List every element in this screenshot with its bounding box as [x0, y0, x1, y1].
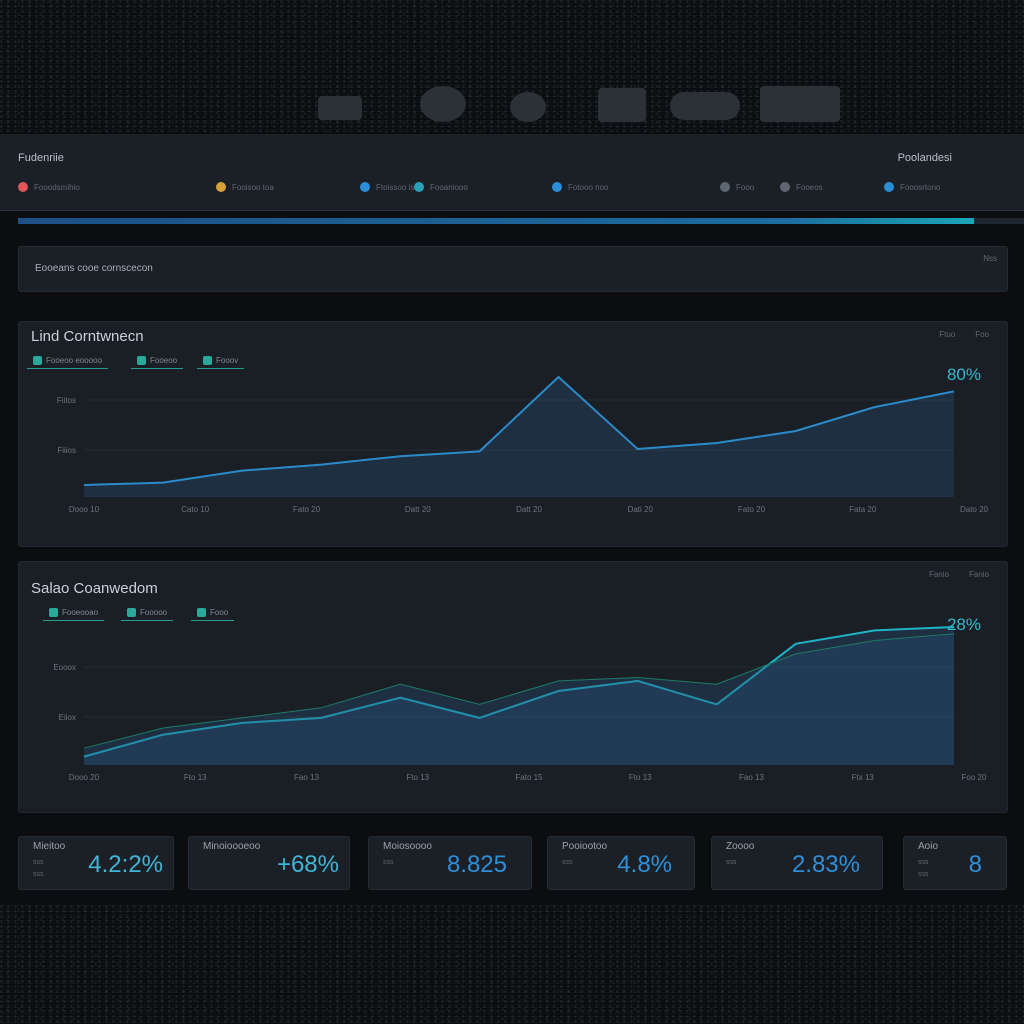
status-dot-icon: [552, 182, 562, 192]
nav-item-1[interactable]: Fooodsmihio: [18, 178, 80, 196]
nav-item-7[interactable]: Fooeos: [780, 178, 823, 196]
x-tick-label: Dati 20: [628, 505, 654, 514]
status-dot-icon: [414, 182, 424, 192]
status-dot-icon: [360, 182, 370, 192]
series-area: [84, 633, 954, 765]
x-tick-label: Datt 20: [516, 505, 542, 514]
nav-item-8[interactable]: Fooosrtono: [884, 178, 940, 196]
metric-value: 4.2:2%: [88, 851, 163, 878]
metric-label: Mieitoo: [33, 841, 66, 852]
logo-2: [420, 86, 466, 122]
x-tick-label: Dooo 10: [69, 505, 100, 514]
metric-card-3[interactable]: Moiosoooo sss 8.825: [368, 836, 532, 890]
nav-item-label: Fotooo noo: [568, 182, 609, 192]
metric-value: 4.8%: [617, 851, 672, 878]
x-tick-label: Fata 20: [849, 505, 877, 514]
y-tick-label: Eiiox: [59, 713, 76, 722]
x-tick-label: Foo 20: [962, 773, 987, 782]
x-tick-label: Datt 20: [405, 505, 431, 514]
x-tick-label: Fto 13: [184, 773, 207, 782]
breadcrumb-text[interactable]: Eooeans cooe cornscecon: [35, 263, 153, 274]
metric-sub: sss: [562, 859, 573, 866]
metric-label: Moiosoooo: [383, 841, 432, 852]
series-area: [84, 377, 954, 497]
status-dot-icon: [780, 182, 790, 192]
nav-item-label: Ftoissoo iso: [376, 182, 419, 192]
status-dot-icon: [18, 182, 28, 192]
x-tick-label: Dato 20: [960, 505, 989, 514]
metric-value: +68%: [276, 851, 339, 878]
x-tick-label: Fato 15: [515, 773, 543, 782]
metric-sub: sss: [918, 871, 929, 878]
x-tick-label: Fato 20: [293, 505, 321, 514]
metric-label: Pooiootoo: [562, 841, 608, 852]
nav-item-5[interactable]: Fotooo noo: [552, 178, 608, 196]
x-tick-label: Cato 10: [181, 505, 210, 514]
logo-6: [760, 86, 840, 122]
breadcrumb-action[interactable]: Nss: [983, 254, 997, 263]
x-tick-label: Ftx 13: [852, 773, 875, 782]
x-tick-label: Fto 13: [406, 773, 429, 782]
end-value-label: 28%: [947, 615, 981, 634]
logo-strip: [300, 82, 860, 130]
bottom-noise-band: [0, 905, 1024, 1024]
status-dot-icon: [216, 182, 226, 192]
x-tick-label: Fto 13: [629, 773, 652, 782]
logo-3: [510, 92, 546, 122]
metric-sub: sss: [33, 871, 44, 878]
y-tick-label: Eooox: [53, 663, 76, 672]
metric-sub: sss: [33, 859, 44, 866]
metric-value: 8: [968, 851, 982, 878]
end-value-label: 80%: [947, 365, 981, 384]
metric-card-1[interactable]: Mieitoo sss sss 4.2:2%: [18, 836, 174, 890]
x-tick-label: Fato 20: [738, 505, 766, 514]
metric-sub: sss: [918, 859, 929, 866]
nav-item-label: Fooodsmihio: [34, 182, 80, 192]
profile-menu[interactable]: Poolandesi: [898, 152, 952, 164]
metric-card-5[interactable]: Zoooo sss 2.83%: [711, 836, 883, 890]
nav-item-6[interactable]: Fooo: [720, 178, 754, 196]
metric-card-6[interactable]: Aoio sss sss 8: [903, 836, 1007, 890]
x-tick-label: Fao 13: [294, 773, 319, 782]
line-chart-salao: Eooox Eiiox Dooo 20 Fto 13 Fao 13 Fto 13 Fato …: [53, 615, 987, 782]
y-tick-label: Fiiios: [57, 446, 76, 455]
progress-fill: [18, 218, 974, 224]
y-tick-label: Fiitos: [57, 396, 76, 405]
nav-item-label: Fooisoo toa: [232, 182, 274, 192]
x-tick-label: Dooo 20: [69, 773, 100, 782]
chart-panel-lind: Lind Corntwnecn Ftuo Foo Fooeoo eooooo F…: [18, 321, 1008, 547]
status-dot-icon: [720, 182, 730, 192]
page-progress-bar: [18, 218, 1024, 224]
metric-label: Minoioooeoo: [203, 841, 261, 852]
chart-panel-salao: Salao Coanwedom Fanio Fanio Fooeooao Foo…: [18, 561, 1008, 813]
logo-1: [318, 96, 362, 120]
metric-card-4[interactable]: Pooiootoo sss 4.8%: [547, 836, 695, 890]
metric-label: Zoooo: [726, 841, 755, 852]
status-dot-icon: [884, 182, 894, 192]
metric-value: 8.825: [446, 851, 507, 878]
nav-item-label: Fooo: [736, 182, 755, 192]
metric-label: Aoio: [918, 841, 939, 852]
metric-sub: sss: [726, 859, 737, 866]
metric-card-2[interactable]: Minoioooeoo +68%: [188, 836, 350, 890]
nav-item-label: Fooosrtono: [900, 182, 941, 192]
nav-item-4[interactable]: Fooaniooo: [414, 178, 468, 196]
top-header: Fudenriie Poolandesi Fooodsmihio Fooisoo…: [0, 134, 1024, 211]
breadcrumb: Eooeans cooe cornscecon Nss: [18, 246, 1008, 292]
logo-5: [670, 92, 740, 120]
metric-sub: sss: [383, 859, 394, 866]
nav-item-label: Fooaniooo: [430, 182, 468, 192]
brand-label[interactable]: Fudenriie: [18, 152, 64, 164]
nav-item-3[interactable]: Ftoissoo iso: [360, 178, 419, 196]
x-tick-label: Fao 13: [739, 773, 764, 782]
logo-4: [598, 88, 646, 122]
nav-item-label: Fooeos: [796, 182, 823, 192]
nav-item-2[interactable]: Fooisoo toa: [216, 178, 274, 196]
metric-value: 2.83%: [791, 851, 860, 878]
line-chart-lind: Fiitos Fiiios Dooo 10 Cato 10 Fato 20 Datt 20…: [57, 365, 989, 514]
